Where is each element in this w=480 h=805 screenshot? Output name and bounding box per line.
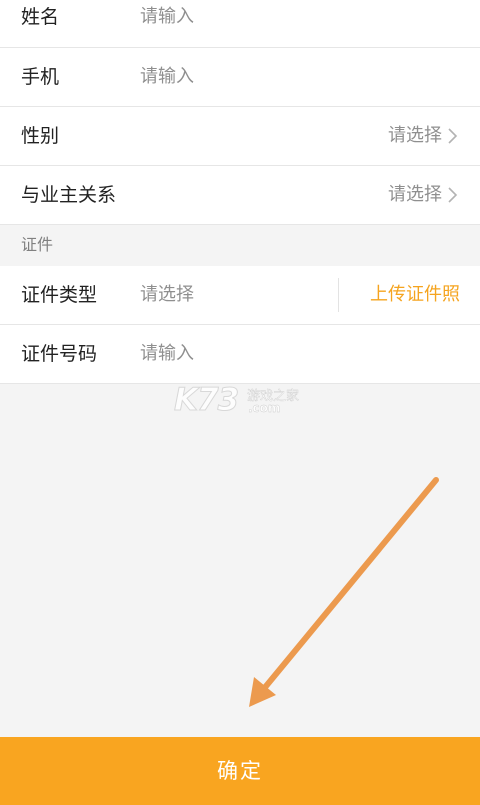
arrow-down-left-icon: [249, 477, 439, 707]
confirm-button[interactable]: 确定: [0, 737, 480, 805]
